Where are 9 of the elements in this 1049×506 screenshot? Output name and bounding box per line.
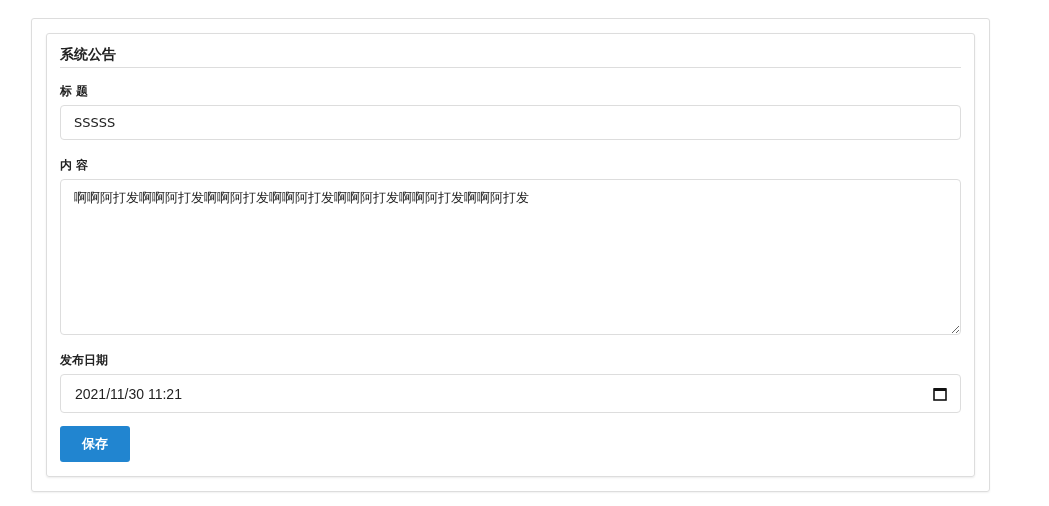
date-field[interactable]: 2021/11/30 11:21 [60, 374, 961, 413]
field-label: 内 容 [60, 157, 89, 173]
field-label: 标 题 [60, 83, 89, 99]
field-label: 发布日期 [60, 352, 108, 368]
content-textarea[interactable]: 啊啊阿打发啊啊阿打发啊啊阿打发啊啊阿打发啊啊阿打发啊啊阿打发啊啊阿打发 [60, 179, 961, 335]
save-button[interactable]: 保存 [60, 426, 130, 462]
panel-title: 系统公告 [60, 45, 116, 64]
calendar-icon[interactable] [933, 386, 947, 401]
title-field[interactable]: SSSSS [60, 105, 961, 140]
